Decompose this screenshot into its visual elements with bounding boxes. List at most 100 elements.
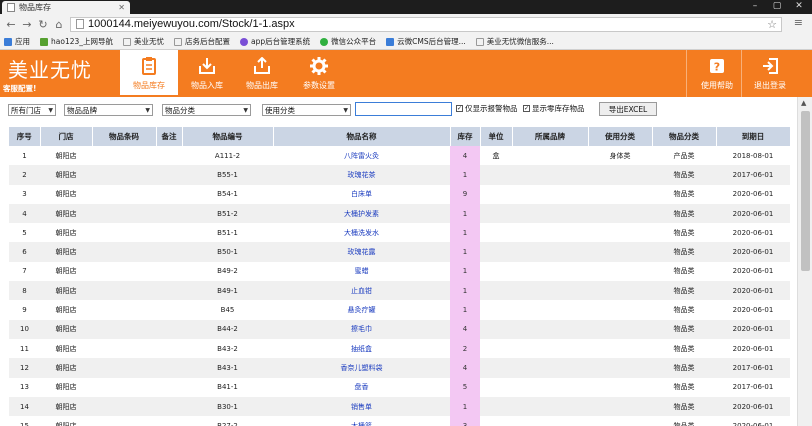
bookmark-meiye[interactable]: 美业无忧 [123,36,164,47]
table-row[interactable]: 2 朝阳店 B55-1 玫瑰花茶 1 物品类 2017-06-01 [9,165,790,185]
inventory-table: 序号 门店 物品条码 备注 物品编号 物品名称 库存 单位 所属品牌 使用分类 … [9,127,790,426]
bookmark-cms[interactable]: 云微CMS后台管理... [386,36,466,47]
column-header[interactable]: 单位 [480,127,513,146]
column-header[interactable]: 物品名称 [273,127,451,146]
column-header[interactable]: 库存 [450,127,481,146]
table-cell[interactable]: 大桶篮 [273,416,450,426]
table-row[interactable]: 3 朝阳店 B54-1 白床单 9 物品类 2020-06-01 [9,184,790,204]
table-row[interactable]: 1 朝阳店 A111-2 八阵雷火灸 4 盒 身体类 产品类 2018-08-01 [9,146,790,166]
table-cell[interactable]: 盘香 [273,378,450,397]
table-row[interactable]: 9 朝阳店 B45 悬灸疗罐 1 物品类 2020-06-01 [9,300,790,320]
stock-in-icon [198,57,216,75]
checkbox-checked-icon[interactable]: ✓ [456,105,463,112]
table-cell [156,262,182,281]
bookmark-store-config[interactable]: 店务后台配置 [174,36,230,47]
table-cell[interactable]: 销售单 [273,396,450,417]
table-cell [156,281,182,301]
table-row[interactable]: 4 朝阳店 B51-2 大桶护发素 1 物品类 2020-06-01 [9,203,790,224]
table-cell[interactable]: 悬灸疗罐 [273,300,450,319]
close-window-icon[interactable]: ✕ [788,0,810,12]
table-row[interactable]: 11 朝阳店 B43-2 抽纸盒 2 物品类 2020-06-01 [9,338,790,359]
search-input[interactable] [355,102,452,116]
store-select[interactable]: 所有门店 ▼ [8,104,56,116]
column-header[interactable]: 到期日 [716,127,790,146]
category-select[interactable]: 物品分类 ▼ [162,104,251,116]
table-cell: 1 [450,223,480,243]
browser-tab[interactable]: 物品库存 ✕ [2,1,130,14]
url-field[interactable]: 1000144.meiyewuyou.com/Stock/1-1.aspx ☆ [70,16,782,32]
table-cell [92,396,156,417]
table-row[interactable]: 8 朝阳店 B49-1 止血钳 1 物品类 2020-06-01 [9,281,790,301]
help-button[interactable]: ? 使用帮助 [688,50,746,97]
bookmark-star-icon[interactable]: ☆ [767,18,777,31]
alarm-only-checkbox[interactable]: ✓ 仅显示报警物品 [456,103,518,114]
table-cell [156,185,182,204]
nav-settings[interactable]: 参数设置 [290,50,348,97]
table-cell: 物品类 [673,306,695,315]
scroll-up-icon[interactable]: ▲ [801,99,806,107]
browser-menu-icon[interactable]: ≡ [794,17,803,28]
table-cell[interactable]: 抽纸盒 [273,339,450,358]
table-cell: 朝阳店 [40,242,92,262]
nav-stock-in[interactable]: 物品入库 [178,50,236,97]
column-header[interactable]: 物品编号 [182,127,274,146]
bookmark-apps[interactable]: 应用 [4,36,30,47]
checkbox-checked-icon[interactable]: ✓ [523,105,530,112]
table-cell: 15 [20,421,29,426]
table-cell[interactable]: 止血钳 [273,281,450,301]
table-cell [92,223,156,242]
table-row[interactable]: 14 朝阳店 B30-1 销售单 1 物品类 2020-06-01 [9,396,790,417]
table-cell[interactable]: 白床单 [273,185,450,204]
bookmark-hao123[interactable]: hao123_上网导航 [40,36,113,47]
page-scrollbar[interactable]: ▲ [797,97,812,426]
use-category-select[interactable]: 使用分类 ▼ [262,104,351,116]
bookmark-wechat-service[interactable]: 美业无忧微信服务... [475,36,554,47]
table-cell: B41-1 [217,383,238,392]
column-header[interactable]: 门店 [40,127,93,146]
bookmark-app-admin[interactable]: app后台管理系统 [240,36,310,47]
table-cell: 朝阳店 [55,383,77,392]
scrollbar-thumb[interactable] [801,111,810,271]
column-header[interactable]: 备注 [156,127,183,146]
minimize-icon[interactable]: – [744,0,766,12]
table-row[interactable]: 7 朝阳店 B49-2 蜜蜡 1 物品类 2020-06-01 [9,261,790,282]
table-row[interactable]: 13 朝阳店 B41-1 盘香 5 物品类 2017-06-01 [9,377,790,397]
nav-stock-out[interactable]: 物品出库 [233,50,291,97]
column-header[interactable]: 所属品牌 [512,127,589,146]
bookmark-wechat[interactable]: 微信公众平台 [320,36,376,47]
column-header[interactable]: 物品分类 [652,127,717,146]
table-cell[interactable]: 香奈儿塑料袋 [273,358,450,378]
reload-icon[interactable]: ↻ [38,19,48,30]
maximize-icon[interactable]: ▢ [766,0,788,12]
table-cell: 2017-06-01 [732,383,774,392]
column-header[interactable]: 使用分类 [588,127,653,146]
table-row[interactable]: 15 朝阳店 B27-2 大桶篮 3 物品类 2020-06-01 [9,416,790,426]
export-excel-button[interactable]: 导出EXCEL [599,102,657,116]
table-cell[interactable]: 蜜蜡 [273,262,450,281]
table-cell [480,165,512,185]
table-row[interactable]: 12 朝阳店 B43-1 香奈儿塑料袋 4 物品类 2017-06-01 [9,358,790,378]
zero-stock-checkbox[interactable]: ✓ 显示零库存物品 [523,103,585,114]
table-row[interactable]: 5 朝阳店 B51-1 大桶洗发水 1 物品类 2020-06-01 [9,223,790,243]
home-icon[interactable]: ⌂ [54,19,64,30]
table-cell[interactable]: 大桶洗发水 [273,223,450,242]
table-cell[interactable]: 玫瑰花露 [273,242,450,262]
table-cell[interactable]: 大桶护发素 [273,203,450,224]
nav-inventory[interactable]: 物品库存 [120,50,178,95]
table-cell[interactable]: 八阵雷火灸 [273,146,450,165]
table-cell[interactable]: 擦毛巾 [273,319,450,339]
close-tab-icon[interactable]: ✕ [118,3,125,12]
table-cell: 朝阳店 [40,165,92,185]
page-info-icon[interactable] [76,19,84,29]
table-cell: 物品类 [652,281,716,301]
forward-icon[interactable]: → [22,19,32,30]
table-row[interactable]: 6 朝阳店 B50-1 玫瑰花露 1 物品类 2020-06-01 [9,242,790,262]
table-cell [512,262,588,281]
brand-select[interactable]: 物品品牌 ▼ [64,104,153,116]
table-row[interactable]: 10 朝阳店 B44-2 擦毛巾 4 物品类 2020-06-01 [9,319,790,339]
logout-button[interactable]: 退出登录 [741,50,799,97]
table-cell[interactable]: 玫瑰花茶 [273,165,450,185]
column-header[interactable]: 物品条码 [92,127,157,146]
back-icon[interactable]: ← [6,19,16,30]
column-header[interactable]: 序号 [9,127,41,146]
